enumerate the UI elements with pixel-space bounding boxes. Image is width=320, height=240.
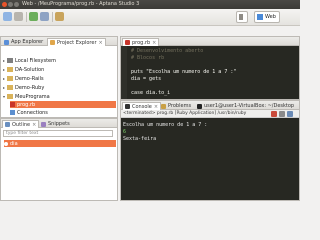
tree-item-label: Connections — [17, 109, 48, 116]
tree-item-prog-rb[interactable]: prog.rb — [10, 101, 116, 108]
code-line-1: # Desenvolvimento aberto — [131, 48, 204, 54]
window-title: Web - /MeuPrograma/prog.rb - Aptana Stud… — [22, 1, 140, 7]
tree-item-label: DA-Solution — [15, 66, 45, 73]
tree-item-label: prog.rb — [17, 101, 36, 108]
tab-problems[interactable]: Problems — [159, 102, 193, 110]
variable-icon — [4, 141, 8, 146]
tab-project-explorer[interactable]: Project Explorer × — [47, 38, 106, 46]
code-line-2: # Blocos rb — [131, 55, 165, 61]
drive-icon — [7, 58, 13, 63]
save-icon[interactable] — [14, 12, 23, 21]
perspective-icon — [239, 14, 243, 20]
main-toolbar: Web — [0, 9, 300, 26]
window-close-button[interactable] — [2, 2, 7, 7]
tab-terminal[interactable]: user1@user1-VirtualBox: ~/Desktop — [195, 102, 296, 110]
tab-label: Project Explorer — [57, 39, 97, 46]
tab-label: App Explorer — [11, 39, 44, 45]
tab-outline[interactable]: Outline × — [2, 120, 40, 128]
outline-icon — [5, 122, 10, 127]
console-panel: Console × Problems user1@user1-VirtualBo… — [120, 100, 300, 201]
tab-label: Console — [132, 103, 152, 110]
run-icon[interactable] — [29, 12, 38, 21]
search-icon[interactable] — [55, 12, 64, 21]
tree-item-meuprograma[interactable]: ▾ MeuPrograma — [3, 93, 50, 100]
new-file-icon[interactable] — [3, 12, 12, 21]
app-explorer-icon — [4, 39, 9, 45]
tab-console[interactable]: Console × — [122, 102, 162, 110]
folder-icon — [7, 76, 13, 81]
tab-snippets[interactable]: Snippets — [39, 120, 72, 128]
project-explorer-icon — [50, 40, 55, 45]
code-line-4: puts "Escolha um numero de 1 a 7 :" — [131, 69, 237, 75]
perspective-label: Web — [265, 14, 276, 20]
window-titlebar: Web - /MeuPrograma/prog.rb - Aptana Stud… — [0, 0, 300, 9]
folder-icon — [7, 94, 13, 99]
tree-item-label: Demo-Ruby — [15, 84, 45, 91]
ruby-file-icon — [10, 102, 15, 107]
tree-item-label: MeuPrograma — [15, 93, 50, 100]
tree-item-connections[interactable]: Connections — [10, 109, 48, 116]
folder-icon — [7, 67, 13, 72]
tab-label: user1@user1-VirtualBox: ~/Desktop — [204, 103, 295, 109]
close-icon[interactable]: × — [99, 40, 103, 46]
toolbar-separator — [52, 12, 53, 22]
console-output[interactable]: Escolha um numero de 1 a 7 : 6 Sexta-fei… — [121, 118, 299, 200]
window-minimize-button[interactable] — [8, 2, 13, 7]
terminate-icon[interactable] — [271, 111, 277, 117]
editor-gutter — [121, 46, 127, 99]
editor-tabbar: prog.rb × — [121, 37, 299, 46]
close-icon[interactable]: × — [32, 122, 36, 128]
web-perspective-icon — [257, 14, 263, 20]
tree-item-label: Local Filesystem — [15, 57, 56, 64]
close-icon[interactable]: × — [154, 104, 158, 110]
debug-icon[interactable] — [40, 12, 49, 21]
web-perspective-button[interactable]: Web — [254, 11, 280, 23]
console-tabbar: Console × Problems user1@user1-VirtualBo… — [121, 101, 299, 110]
outline-tabbar: Outline × Snippets — [1, 119, 117, 128]
tab-label: Problems — [168, 103, 192, 109]
code-editor[interactable]: # Desenvolvimento aberto # Blocos rb put… — [121, 46, 299, 99]
tree-item-demo-rails[interactable]: ▸ Demo-Rails — [3, 75, 44, 82]
console-input-line: 6 — [123, 129, 127, 135]
console-icon — [125, 104, 130, 109]
tab-label: Outline — [12, 121, 31, 128]
snippets-icon — [41, 121, 46, 127]
remove-launch-icon[interactable] — [279, 111, 285, 117]
window-maximize-button[interactable] — [14, 2, 19, 7]
tree-item-local-filesystem[interactable]: ▸ Local Filesystem — [3, 57, 56, 64]
ruby-file-icon — [125, 40, 130, 45]
folder-icon — [7, 85, 13, 90]
tree-item-da-solution[interactable]: ▸ DA-Solution — [3, 66, 44, 73]
outline-filter-input[interactable]: type filter text — [3, 130, 113, 137]
open-perspective-button[interactable] — [236, 11, 248, 23]
problems-icon — [161, 103, 166, 109]
tree-item-demo-ruby[interactable]: ▸ Demo-Ruby — [3, 84, 44, 91]
pin-console-icon[interactable] — [287, 111, 293, 117]
close-icon[interactable]: × — [152, 40, 156, 46]
console-line: Sexta-feira — [123, 136, 157, 142]
tab-label: prog.rb — [132, 39, 151, 46]
code-line-5: dia = gets — [131, 76, 162, 82]
terminal-icon — [197, 103, 202, 109]
code-line-7: case dia.to_i — [131, 90, 171, 96]
connections-icon — [10, 110, 15, 115]
tab-label: Snippets — [48, 121, 70, 127]
outline-item-label: dia — [10, 140, 18, 147]
outline-panel: Outline × Snippets type filter text dia — [0, 118, 118, 201]
outline-item-dia[interactable]: dia — [4, 140, 116, 147]
explorer-tabbar: App Explorer Project Explorer × — [1, 37, 117, 46]
tab-app-explorer[interactable]: App Explorer — [2, 38, 45, 46]
project-explorer-panel: App Explorer Project Explorer × ▸ Local … — [0, 36, 118, 118]
console-line: Escolha um numero de 1 a 7 : — [123, 122, 208, 128]
toolbar-separator — [26, 12, 27, 22]
tab-prog-rb[interactable]: prog.rb × — [122, 38, 160, 46]
editor-panel: prog.rb × # Desenvolvimento aberto # Blo… — [120, 36, 300, 100]
tree-item-label: Demo-Rails — [15, 75, 44, 82]
